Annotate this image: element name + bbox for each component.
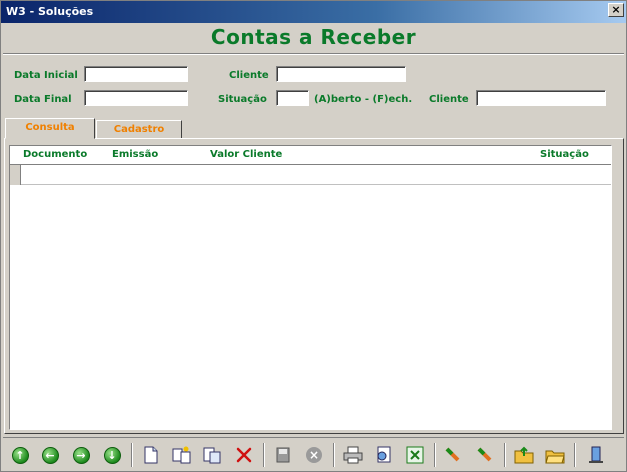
arrow-right-icon: → [72,446,90,464]
close-button[interactable]: × [608,3,624,17]
cliente-secondary-label: Cliente [429,94,469,105]
cliente-secondary-field[interactable] [476,90,606,106]
folder-open-icon [545,450,565,464]
import-button[interactable] [474,444,496,466]
excel-button[interactable] [404,444,426,466]
new-document-icon [144,446,158,464]
data-final-field[interactable] [84,90,188,106]
row-indicator [10,165,21,185]
table-row[interactable] [10,165,611,185]
paste-button[interactable] [202,444,224,466]
save-button[interactable] [272,444,294,466]
folder-up-icon [514,446,534,464]
preview-icon [377,446,391,463]
column-header-situacao[interactable]: Situação [540,149,589,160]
window-title: W3 - Soluções [6,5,94,18]
cliente-field[interactable] [276,66,406,82]
paste-icon [203,447,221,464]
data-final-label: Data Final [14,94,72,105]
upload-folder-button[interactable] [513,444,535,466]
tab-consulta[interactable]: Consulta [5,118,95,139]
print-button[interactable] [342,444,364,466]
close-icon: × [611,3,621,16]
print-icon [343,446,363,464]
toolbar-separator [504,443,506,467]
preview-button[interactable] [373,444,395,466]
new-button[interactable] [140,444,162,466]
toolbar-separator [263,443,265,467]
arrow-up-icon: ↑ [11,446,29,464]
toolbar-separator [434,443,436,467]
exit-button[interactable] [585,444,607,466]
situacao-hint: (A)berto - (F)ech. [314,94,413,105]
toolbar-separator [131,443,133,467]
grid-header: Documento Emissão Valor Cliente Situação [10,146,611,165]
last-record-button[interactable]: ↓ [101,444,123,466]
cancel-icon: × [306,447,322,463]
excel-icon [406,446,424,464]
import-pencil-icon [477,447,492,462]
toolbar-separator [333,443,335,467]
delete-button[interactable] [233,444,255,466]
arrow-left-icon: ← [41,446,59,464]
save-icon [276,447,290,463]
column-header-documento[interactable]: Documento [23,149,87,160]
results-grid[interactable]: Documento Emissão Valor Cliente Situação [9,145,612,430]
tab-cadastro[interactable]: Cadastro [96,120,182,139]
app-window: W3 - Soluções × Contas a Receber Data In… [0,0,627,472]
next-record-button[interactable]: → [70,444,92,466]
open-folder-button[interactable] [544,444,566,466]
delete-icon [236,447,252,463]
title-bar: W3 - Soluções × [1,1,626,23]
situacao-field[interactable] [276,90,309,106]
data-inicial-label: Data Inicial [14,70,78,81]
cliente-label: Cliente [229,70,269,81]
copy-button[interactable] [171,444,193,466]
situacao-label: Situação [218,94,267,105]
first-record-button[interactable]: ↑ [9,444,31,466]
column-header-valor-cliente[interactable]: Valor Cliente [210,149,282,160]
previous-record-button[interactable]: ← [39,444,61,466]
title-divider [3,53,624,55]
arrow-down-icon: ↓ [103,446,121,464]
cancel-button[interactable]: × [303,444,325,466]
copy-to-icon [172,446,191,464]
bottom-toolbar: ↑ ← → ↓ × [3,437,624,470]
column-header-emissao[interactable]: Emissão [112,149,158,160]
export-pencil-icon [445,447,460,462]
toolbar-separator [574,443,576,467]
data-inicial-field[interactable] [84,66,188,82]
exit-icon [589,446,603,463]
export-button[interactable] [443,444,465,466]
page-title: Contas a Receber [210,25,417,49]
